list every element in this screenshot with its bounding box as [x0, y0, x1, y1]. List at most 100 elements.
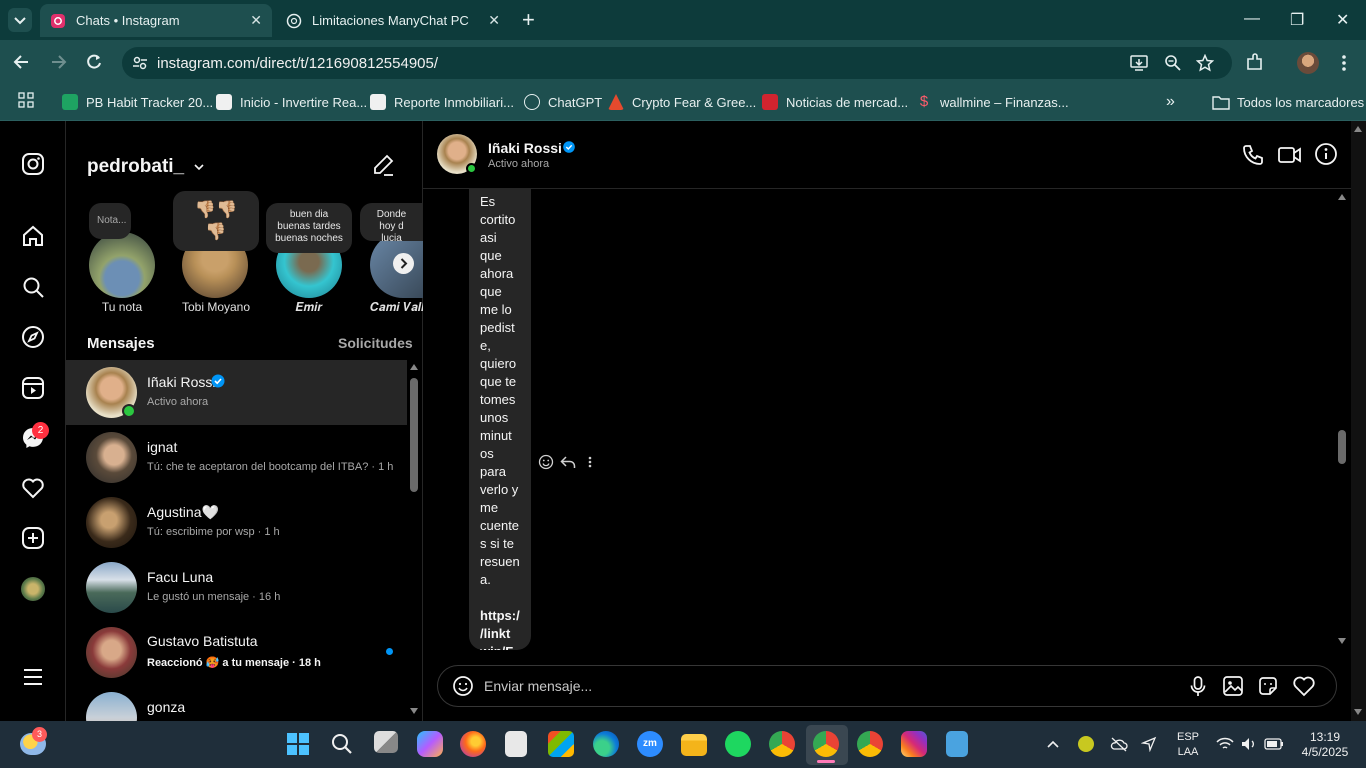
requests-link[interactable]: Solicitudes [338, 335, 413, 351]
input-language[interactable]: ESP LAA [1172, 730, 1204, 760]
scroll-up-arrow[interactable] [1338, 194, 1346, 200]
like-heart-icon[interactable] [1292, 675, 1316, 697]
windows-start-icon[interactable] [286, 732, 310, 756]
bookmark-noticias[interactable]: Noticias de mercad... [762, 91, 908, 113]
notes-app-icon[interactable] [505, 731, 527, 757]
tab-search-button[interactable] [8, 8, 32, 32]
chrome-profile-icon[interactable] [813, 731, 839, 757]
more-options-icon[interactable] [582, 454, 598, 470]
phone-call-icon[interactable] [1241, 143, 1265, 167]
chat-row[interactable]: Agustina🤍 Tú: escribime por wsp · 1 h [66, 490, 407, 555]
note-bubble[interactable]: 👎🏼👎🏼 👎🏼 [173, 191, 259, 251]
message-input[interactable] [484, 678, 1164, 694]
close-tab-icon[interactable]: ✕ [488, 12, 500, 29]
scroll-thumb[interactable] [410, 378, 418, 492]
info-icon[interactable] [1314, 142, 1338, 166]
clock[interactable]: 13:19 4/5/2025 [1292, 730, 1358, 760]
sticker-icon[interactable] [1257, 675, 1279, 697]
back-icon[interactable] [12, 52, 32, 72]
tray-chevron-up-icon[interactable] [1045, 737, 1061, 751]
profile-avatar[interactable] [1297, 52, 1319, 74]
image-upload-icon[interactable] [1222, 675, 1244, 697]
scroll-down-arrow[interactable] [1338, 638, 1346, 644]
instagram-logo-icon[interactable] [21, 152, 45, 176]
scroll-down-arrow[interactable] [1354, 709, 1362, 715]
chat-row[interactable]: gonza [66, 685, 407, 721]
close-window-button[interactable]: ✕ [1336, 10, 1349, 30]
menu-hamburger-icon[interactable] [21, 665, 45, 689]
reload-icon[interactable] [84, 52, 104, 72]
bookmark-habit-tracker[interactable]: PB Habit Tracker 20... [62, 91, 213, 113]
emoji-picker-icon[interactable] [452, 675, 474, 697]
reels-icon[interactable] [21, 376, 45, 400]
extensions-icon[interactable] [1245, 53, 1265, 73]
message-link[interactable]: https:/ /linkt win/F [480, 608, 520, 650]
conversation-scrollbar[interactable] [1336, 190, 1348, 650]
chat-row[interactable]: Gustavo Batistuta Reaccionó 🥵 a tu mensa… [66, 620, 407, 685]
zoom-app-icon[interactable]: zm [637, 731, 663, 757]
page-scrollbar[interactable] [1351, 121, 1366, 721]
create-plus-icon[interactable] [21, 526, 45, 550]
tray-cloud-off-icon[interactable] [1110, 736, 1128, 752]
reply-icon[interactable] [560, 454, 576, 470]
profile-avatar[interactable] [21, 577, 45, 601]
microphone-icon[interactable] [1187, 675, 1209, 697]
apps-grid-icon[interactable] [18, 92, 34, 108]
notepad-icon[interactable] [946, 731, 968, 757]
bookmarks-overflow-button[interactable]: » [1166, 91, 1175, 113]
file-explorer-icon[interactable] [681, 734, 707, 756]
message-bubble[interactable]: Es cortito asi que ahora que me lo pedis… [469, 189, 531, 650]
install-app-icon[interactable] [1130, 54, 1148, 72]
bookmark-chatgpt[interactable]: ChatGPT [524, 91, 602, 113]
video-call-icon[interactable] [1277, 143, 1303, 167]
more-vertical-icon[interactable] [1334, 53, 1354, 73]
new-message-icon[interactable] [372, 154, 394, 176]
taskbar-search-icon[interactable] [331, 733, 353, 755]
battery-icon[interactable] [1264, 737, 1284, 751]
react-emoji-icon[interactable] [538, 454, 554, 470]
scroll-up-arrow[interactable] [1354, 126, 1362, 132]
store-icon[interactable] [548, 731, 574, 757]
bookmark-invertire[interactable]: Inicio - Invertire Rea... [216, 91, 367, 113]
maximize-button[interactable]: ❐ [1290, 10, 1304, 30]
task-view-icon[interactable] [374, 731, 398, 753]
address-bar[interactable]: instagram.com/direct/t/121690812554905/ [122, 47, 1232, 79]
bookmark-reporte[interactable]: Reporte Inmobiliari... [370, 91, 514, 113]
bookmark-fear-greed[interactable]: Crypto Fear & Gree... [608, 91, 756, 113]
zoom-icon[interactable] [1164, 54, 1182, 72]
bookmark-star-icon[interactable] [1196, 54, 1214, 72]
new-tab-button[interactable]: + [522, 7, 535, 33]
contact-name[interactable]: Iñaki Rossi [488, 140, 562, 156]
bookmark-wallmine[interactable]: $ wallmine – Finanzas... [916, 91, 1069, 113]
tab-instagram[interactable]: Chats • Instagram ✕ [40, 4, 272, 37]
account-switcher[interactable]: pedrobati_ [87, 156, 206, 178]
story-avatar-own[interactable] [89, 232, 155, 298]
home-icon[interactable] [21, 224, 45, 248]
explore-icon[interactable] [21, 325, 45, 349]
note-bubble[interactable]: buen dia buenas tardes buenas noches [266, 203, 352, 253]
minimize-button[interactable]: — [1244, 10, 1260, 28]
chrome-profile-p-icon[interactable] [857, 731, 883, 757]
instagram-app-icon[interactable] [901, 731, 927, 757]
edge-icon[interactable] [593, 731, 619, 757]
forward-icon[interactable] [48, 52, 68, 72]
scroll-thumb[interactable] [1338, 430, 1346, 464]
chrome-icon[interactable] [769, 731, 795, 757]
scroll-down-arrow[interactable] [410, 708, 418, 714]
tab-manychat[interactable]: Limitaciones ManyChat PC ✕ [276, 4, 510, 37]
tray-location-icon[interactable] [1141, 736, 1157, 752]
firefox-icon[interactable] [460, 731, 486, 757]
site-info-icon[interactable] [132, 55, 148, 71]
scroll-up-arrow[interactable] [410, 364, 418, 370]
stories-next-button[interactable] [393, 253, 414, 274]
tray-app-icon[interactable] [1078, 736, 1094, 752]
search-icon[interactable] [21, 275, 45, 299]
spotify-icon[interactable] [725, 731, 751, 757]
chat-row[interactable]: Iñaki Rossi Activo ahora [66, 360, 407, 425]
all-bookmarks-button[interactable]: Todos los marcadores [1212, 91, 1364, 113]
chat-row[interactable]: Facu Luna Le gustó un mensaje · 16 h [66, 555, 407, 620]
copilot-icon[interactable] [417, 731, 443, 757]
volume-icon[interactable] [1240, 736, 1258, 752]
notifications-heart-icon[interactable] [21, 476, 45, 500]
note-bubble[interactable]: Donde hoy d lucia [360, 203, 423, 241]
